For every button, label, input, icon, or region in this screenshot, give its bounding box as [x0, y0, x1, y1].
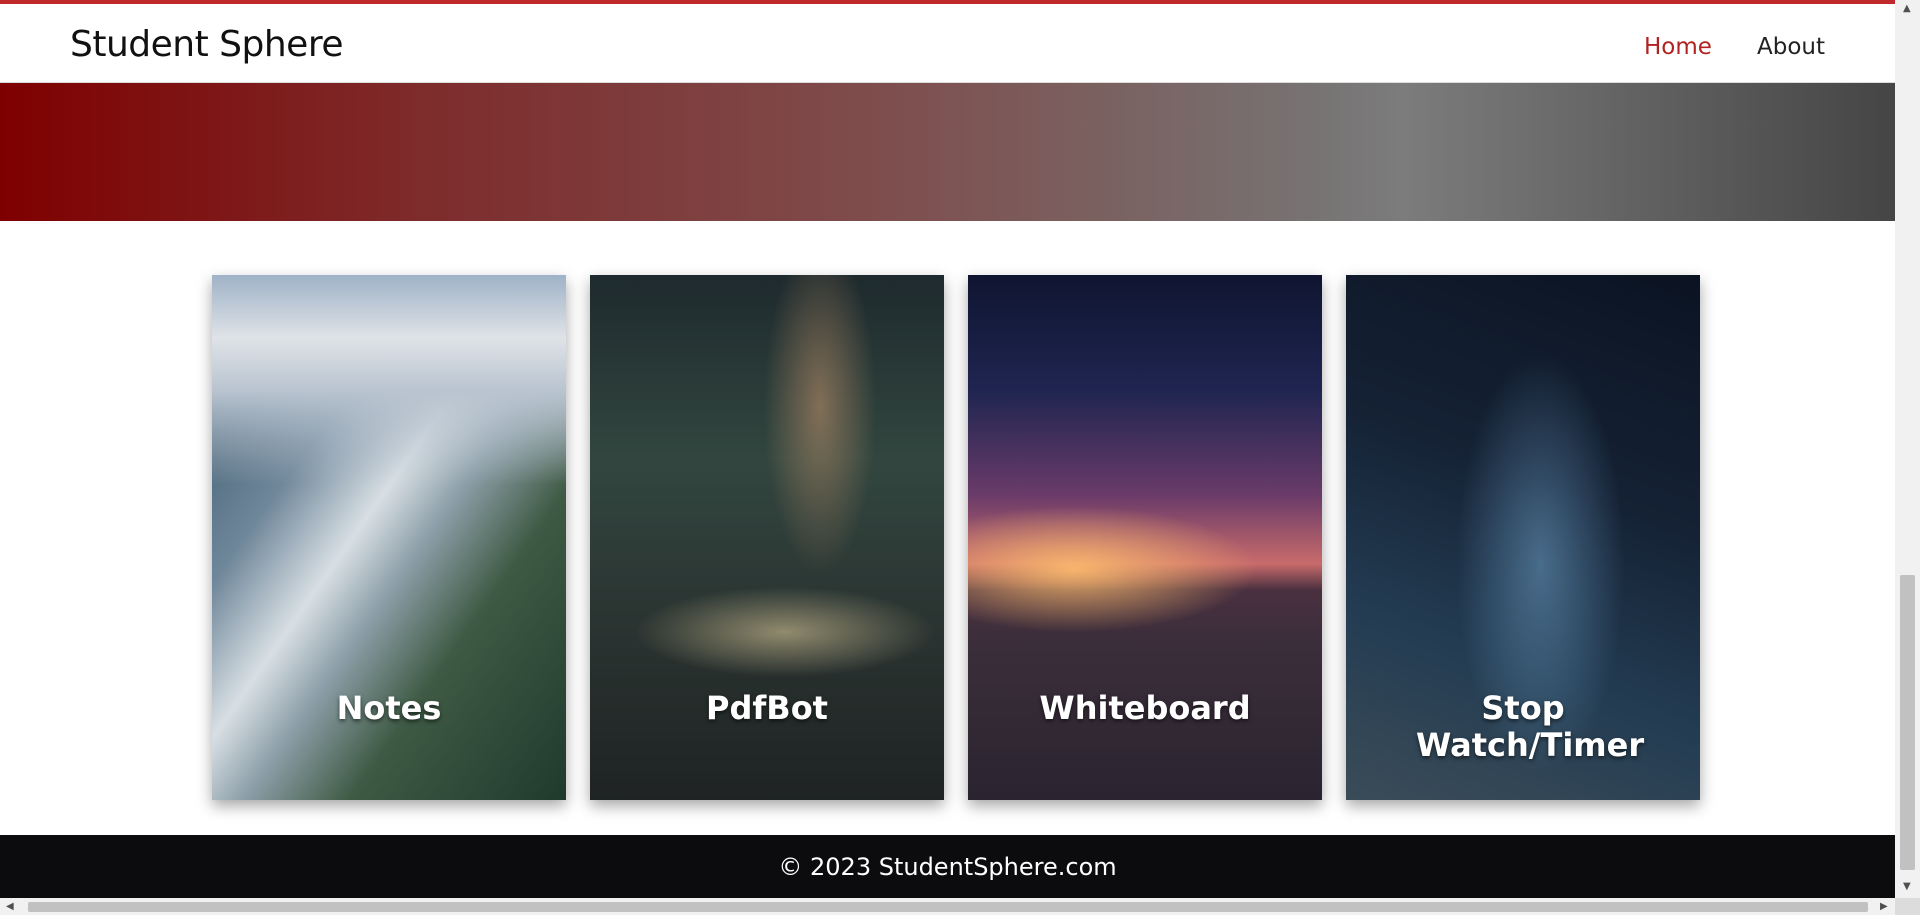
nav-home-link[interactable]: Home: [1644, 34, 1712, 60]
card-label: Whiteboard: [1039, 689, 1251, 727]
card-label: Stop Watch/Timer: [1416, 689, 1645, 764]
navbar: Student Sphere Home About: [0, 4, 1895, 83]
vertical-scroll-thumb[interactable]: [1900, 575, 1915, 870]
footer: © 2023 StudentSphere.com: [0, 835, 1895, 898]
card-label: PdfBot: [706, 689, 828, 727]
scroll-up-icon[interactable]: ▲: [1903, 4, 1911, 14]
horizontal-scroll-thumb[interactable]: [28, 902, 1868, 912]
footer-copyright: © 2023 StudentSphere.com: [778, 852, 1117, 881]
scroll-down-icon[interactable]: ▼: [1903, 882, 1911, 892]
nav-about-link[interactable]: About: [1757, 34, 1825, 60]
brand-logo[interactable]: Student Sphere: [70, 24, 343, 65]
notes-card[interactable]: Notes: [212, 275, 566, 800]
scroll-left-icon[interactable]: ◀: [6, 902, 14, 912]
scroll-right-icon[interactable]: ▶: [1880, 902, 1888, 912]
scrollbar-corner: [1895, 898, 1920, 915]
whiteboard-card[interactable]: Whiteboard: [968, 275, 1322, 800]
pdfbot-card[interactable]: PdfBot: [590, 275, 944, 800]
hero-banner: [0, 83, 1895, 221]
stopwatch-timer-card[interactable]: Stop Watch/Timer: [1346, 275, 1700, 800]
card-label: Notes: [336, 689, 442, 727]
vertical-scrollbar[interactable]: ▲ ▼: [1895, 0, 1920, 898]
horizontal-scrollbar[interactable]: ◀ ▶: [0, 898, 1895, 915]
